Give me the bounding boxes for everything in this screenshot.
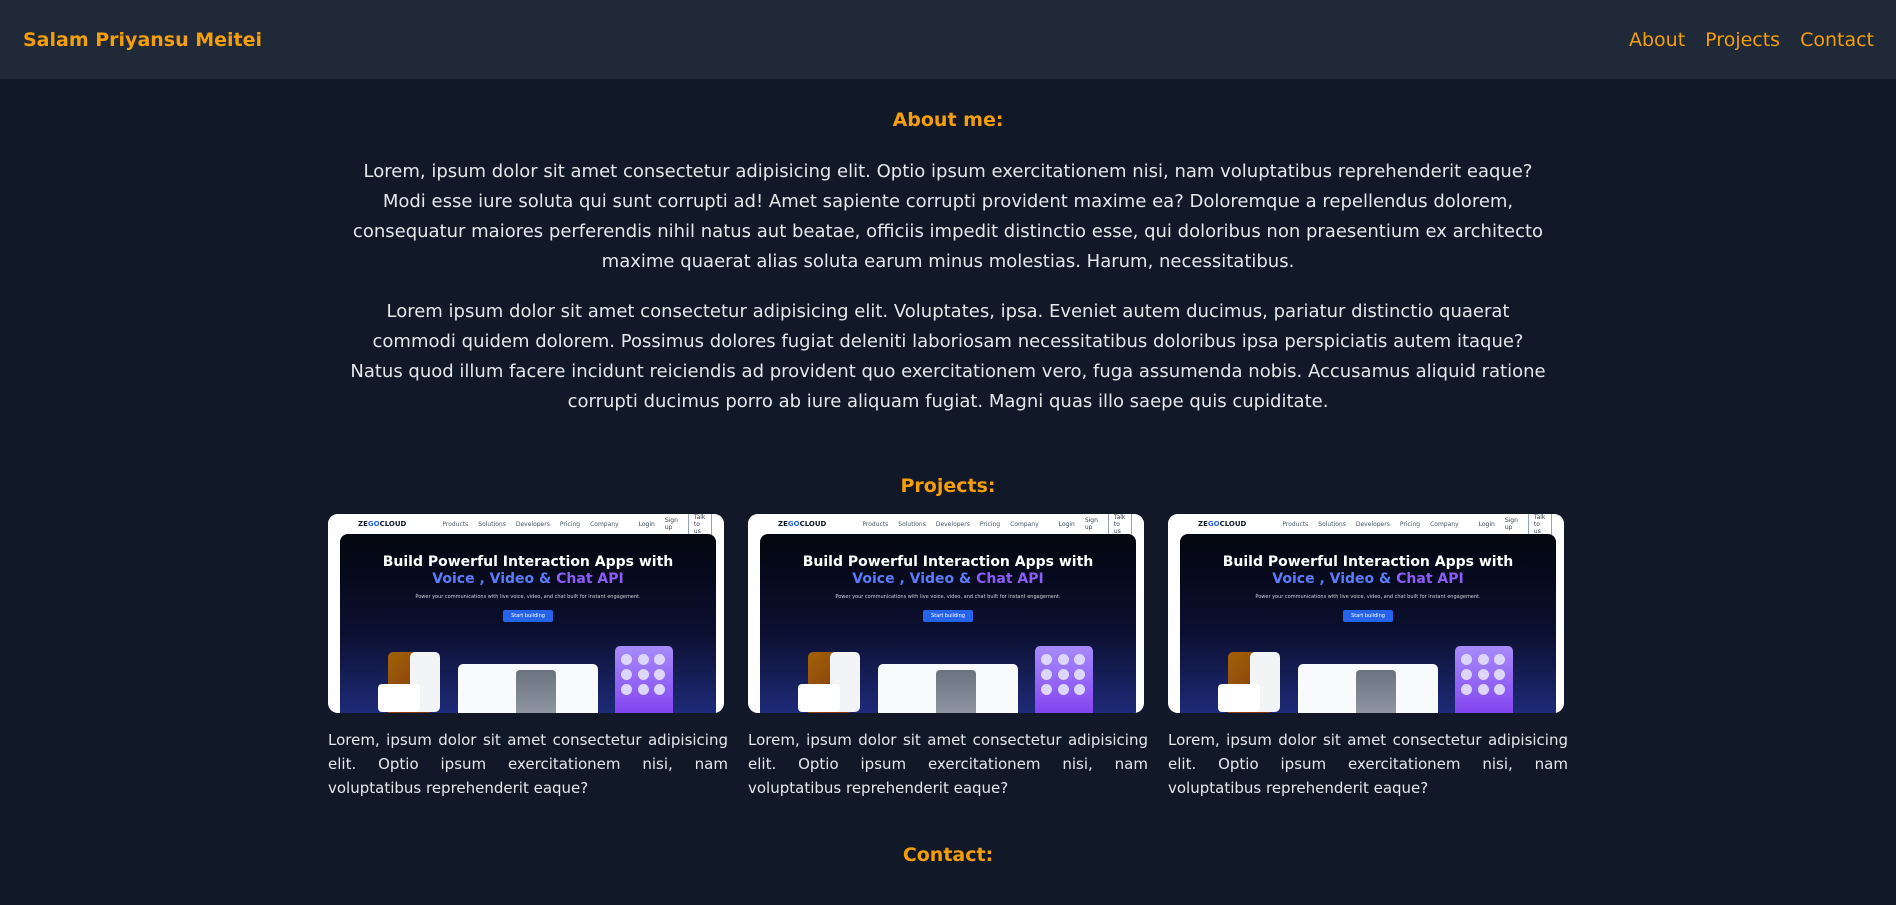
about-title: About me: (892, 109, 1004, 131)
thumbnail-menu-item: Pricing (1399, 520, 1421, 528)
thumbnail-mock-phone (1035, 646, 1093, 713)
thumbnail-mock-desktop (878, 664, 1018, 713)
nav-link-contact[interactable]: Contact (1800, 29, 1874, 51)
projects-section: Projects: ZEGOCLOUD Products Solutions D… (0, 475, 1896, 800)
thumbnail-logo: ZEGOCLOUD (358, 520, 407, 528)
thumbnail-menu-item: Solutions (478, 520, 506, 528)
thumbnail-menu-item: Developers (1355, 520, 1390, 528)
thumbnail-signup: Sign up (664, 517, 678, 531)
thumbnail-heading: Build Powerful Interaction Apps with (802, 554, 1094, 570)
thumbnail-mock-card (1218, 684, 1260, 712)
thumbnail-menu-item: Products (862, 520, 889, 528)
thumbnail-topbar: ZEGOCLOUD Products Solutions Developers … (748, 514, 1144, 537)
nav-link-about[interactable]: About (1629, 29, 1685, 51)
thumbnail-subheading: Power your communications with live voic… (1255, 594, 1481, 600)
contact-title: Contact: (902, 844, 994, 866)
contact-section: Contact: (0, 844, 1896, 866)
thumbnail-cta: Start building (1343, 610, 1393, 622)
thumbnail-cta: Start building (503, 610, 553, 622)
thumbnail-menu-item: Pricing (979, 520, 1001, 528)
thumbnail-mock-desktop (458, 664, 598, 713)
thumbnail-mock-card (378, 684, 420, 712)
project-thumbnail[interactable]: ZEGOCLOUD Products Solutions Developers … (748, 514, 1144, 713)
brand-name[interactable]: Salam Priyansu Meitei (23, 29, 262, 51)
thumbnail-hero: Build Powerful Interaction Apps with Voi… (340, 534, 716, 713)
about-paragraph: Lorem, ipsum dolor sit amet consectetur … (352, 161, 1544, 272)
thumbnail-menu-item: Products (1282, 520, 1309, 528)
thumbnail-menu-item: Company (1010, 520, 1039, 528)
thumbnail-menu-item: Solutions (898, 520, 926, 528)
project-description: Lorem, ipsum dolor sit amet consectetur … (1168, 731, 1568, 797)
thumbnail-login: Login (638, 520, 655, 528)
thumbnail-cta: Start building (923, 610, 973, 622)
thumbnail-menu-item: Company (1430, 520, 1459, 528)
thumbnail-menu-item: Developers (935, 520, 970, 528)
project-card[interactable]: ZEGOCLOUD Products Solutions Developers … (1168, 514, 1568, 800)
thumbnail-heading-accent: Voice , Video & Chat API (852, 571, 1044, 587)
thumbnail-subheading: Power your communications with live voic… (835, 594, 1061, 600)
project-description: Lorem, ipsum dolor sit amet consectetur … (328, 731, 728, 797)
project-card[interactable]: ZEGOCLOUD Products Solutions Developers … (328, 514, 728, 800)
project-description: Lorem, ipsum dolor sit amet consectetur … (748, 731, 1148, 797)
thumbnail-menu-item: Developers (515, 520, 550, 528)
thumbnail-mock-phone (1455, 646, 1513, 713)
thumbnail-mock-phone (615, 646, 673, 713)
thumbnail-heading: Build Powerful Interaction Apps with (1222, 554, 1514, 570)
project-thumbnail[interactable]: ZEGOCLOUD Products Solutions Developers … (328, 514, 724, 713)
projects-title: Projects: (900, 475, 996, 497)
thumbnail-login: Login (1478, 520, 1495, 528)
about-section: About me: Lorem, ipsum dolor sit amet co… (0, 109, 1896, 417)
thumbnail-menu-item: Solutions (1318, 520, 1346, 528)
thumbnail-heading-accent: Voice , Video & Chat API (432, 571, 624, 587)
thumbnail-menu-item: Products (442, 520, 469, 528)
thumbnail-hero: Build Powerful Interaction Apps with Voi… (760, 534, 1136, 713)
nav-links: About Projects Contact (1629, 29, 1874, 51)
about-paragraph: Lorem ipsum dolor sit amet consectetur a… (350, 301, 1546, 412)
thumbnail-logo: ZEGOCLOUD (778, 520, 827, 528)
nav-link-projects[interactable]: Projects (1705, 29, 1780, 51)
thumbnail-mock-desktop (1298, 664, 1438, 713)
thumbnail-heading: Build Powerful Interaction Apps with (382, 554, 674, 570)
thumbnail-menu-item: Pricing (559, 520, 581, 528)
thumbnail-heading-accent: Voice , Video & Chat API (1272, 571, 1464, 587)
thumbnail-menu-item: Company (590, 520, 619, 528)
thumbnail-logo: ZEGOCLOUD (1198, 520, 1247, 528)
thumbnail-login: Login (1058, 520, 1075, 528)
project-thumbnail[interactable]: ZEGOCLOUD Products Solutions Developers … (1168, 514, 1564, 713)
thumbnail-topbar: ZEGOCLOUD Products Solutions Developers … (1168, 514, 1564, 537)
thumbnail-hero: Build Powerful Interaction Apps with Voi… (1180, 534, 1556, 713)
projects-grid: ZEGOCLOUD Products Solutions Developers … (328, 514, 1568, 800)
navbar: Salam Priyansu Meitei About Projects Con… (0, 0, 1896, 79)
thumbnail-topbar: ZEGOCLOUD Products Solutions Developers … (328, 514, 724, 537)
thumbnail-signup: Sign up (1504, 517, 1518, 531)
project-card[interactable]: ZEGOCLOUD Products Solutions Developers … (748, 514, 1148, 800)
thumbnail-mock-card (798, 684, 840, 712)
thumbnail-signup: Sign up (1084, 517, 1098, 531)
thumbnail-subheading: Power your communications with live voic… (415, 594, 641, 600)
